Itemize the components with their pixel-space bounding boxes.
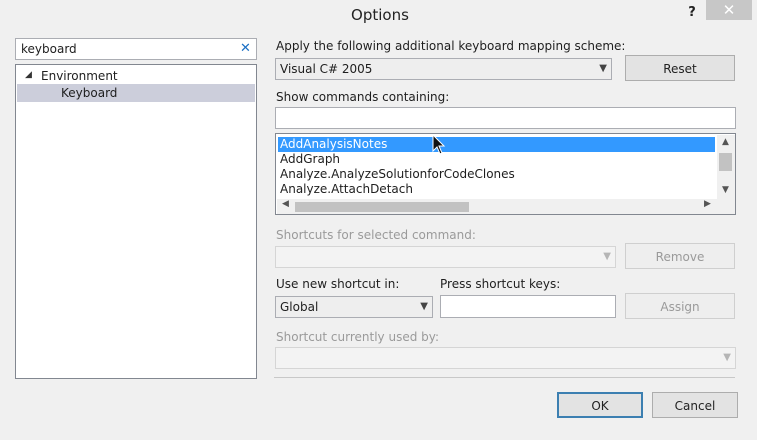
tree-item-environment[interactable]: ◢ Environment <box>17 68 255 85</box>
used-by-select: ▼ <box>275 347 736 369</box>
press-shortcut-keys-label: Press shortcut keys: <box>440 277 561 291</box>
vertical-scroll-thumb[interactable] <box>719 153 732 171</box>
scroll-right-icon[interactable]: ▶ <box>704 199 711 209</box>
tree-item-label: Keyboard <box>61 86 118 100</box>
scrollbar-corner <box>717 199 735 214</box>
use-shortcut-in-select[interactable]: Global ▼ <box>275 296 433 318</box>
tree-item-label: Environment <box>41 69 118 83</box>
horizontal-scrollbar[interactable]: ◀ ▶ <box>277 199 717 214</box>
mapping-scheme-label: Apply the following additional keyboard … <box>276 39 626 53</box>
list-item[interactable]: AddGraph <box>278 152 715 167</box>
mouse-cursor-icon <box>432 134 446 155</box>
search-value: keyboard <box>21 42 77 56</box>
mapping-scheme-select[interactable]: Visual C# 2005 ▼ <box>275 58 612 80</box>
shortcuts-label: Shortcuts for selected command: <box>276 228 476 242</box>
press-shortcut-keys-input[interactable] <box>440 295 616 318</box>
commands-list[interactable]: AddAnalysisNotes AddGraph Analyze.Analyz… <box>275 133 736 215</box>
use-shortcut-in-label: Use new shortcut in: <box>276 277 400 291</box>
list-item[interactable]: AddAnalysisNotes <box>278 137 715 152</box>
help-button[interactable]: ? <box>680 0 704 26</box>
options-tree: ◢ Environment Keyboard <box>15 64 257 379</box>
list-item[interactable]: Analyze.AttachDetach <box>278 182 715 197</box>
assign-button: Assign <box>625 293 735 319</box>
search-input[interactable]: keyboard ✕ <box>15 38 257 60</box>
list-item[interactable]: Analyze.AnalyzeSolutionforCodeClones <box>278 167 715 182</box>
close-button[interactable]: ✕ <box>706 0 752 20</box>
show-commands-label: Show commands containing: <box>276 90 450 104</box>
scroll-left-icon[interactable]: ◀ <box>282 199 289 209</box>
used-by-label: Shortcut currently used by: <box>276 330 440 344</box>
command-filter-input[interactable] <box>275 107 736 129</box>
remove-button: Remove <box>625 243 735 269</box>
chevron-down-icon: ▼ <box>723 352 731 363</box>
scroll-down-icon[interactable]: ▼ <box>722 185 729 195</box>
vertical-scrollbar[interactable]: ▲ ▼ <box>717 135 735 199</box>
divider <box>274 377 735 378</box>
reset-button[interactable]: Reset <box>625 55 735 81</box>
expand-toggle-icon[interactable]: ◢ <box>25 70 32 80</box>
cancel-button[interactable]: Cancel <box>652 392 738 418</box>
chevron-down-icon: ▼ <box>599 63 607 74</box>
shortcuts-select: ▼ <box>275 246 616 268</box>
scroll-up-icon[interactable]: ▲ <box>722 137 729 147</box>
clear-search-icon[interactable]: ✕ <box>240 41 251 56</box>
window-title: Options <box>351 6 409 24</box>
use-shortcut-in-value: Global <box>280 300 319 314</box>
chevron-down-icon: ▼ <box>420 301 428 312</box>
mapping-scheme-value: Visual C# 2005 <box>280 62 373 76</box>
horizontal-scroll-thumb[interactable] <box>295 202 469 212</box>
chevron-down-icon: ▼ <box>603 251 611 262</box>
ok-button[interactable]: OK <box>557 392 643 418</box>
tree-item-keyboard[interactable]: Keyboard <box>17 84 255 102</box>
